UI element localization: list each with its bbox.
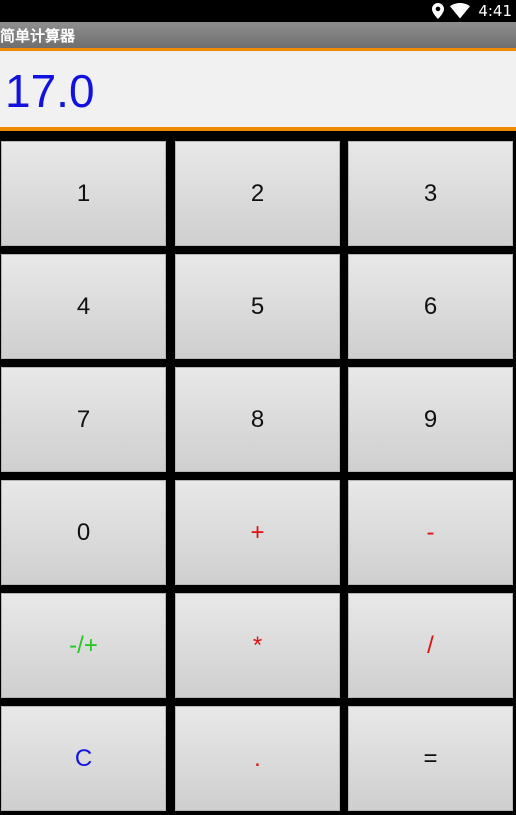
clear-button[interactable]: C	[1, 706, 166, 811]
key-5[interactable]: 5	[175, 254, 340, 359]
key-1[interactable]: 1	[1, 141, 166, 246]
keypad: 1 2 3 4 5 6 7 8 9 0 + - -/+ * / C . =	[0, 140, 516, 815]
status-time: 4:41	[478, 2, 512, 20]
plus-button[interactable]: +	[175, 480, 340, 585]
status-icons: 4:41	[432, 1, 512, 21]
location-icon	[432, 3, 445, 19]
divide-button[interactable]: /	[348, 593, 513, 698]
equals-button[interactable]: =	[348, 706, 513, 811]
minus-button[interactable]: -	[348, 480, 513, 585]
key-8[interactable]: 8	[175, 367, 340, 472]
status-bar: 4:41	[0, 0, 516, 22]
key-2[interactable]: 2	[175, 141, 340, 246]
key-0[interactable]: 0	[1, 480, 166, 585]
multiply-button[interactable]: *	[175, 593, 340, 698]
key-9[interactable]: 9	[348, 367, 513, 472]
wifi-icon	[450, 3, 471, 19]
key-7[interactable]: 7	[1, 367, 166, 472]
title-bar: 简单计算器	[0, 22, 516, 48]
key-4[interactable]: 4	[1, 254, 166, 359]
app-title: 简单计算器	[0, 27, 76, 45]
sign-toggle-button[interactable]: -/+	[1, 593, 166, 698]
key-6[interactable]: 6	[348, 254, 513, 359]
display-value: 17.0	[5, 65, 95, 117]
result-display: 17.0	[0, 51, 516, 127]
decimal-button[interactable]: .	[175, 706, 340, 811]
divider-bottom	[0, 127, 516, 131]
key-3[interactable]: 3	[348, 141, 513, 246]
